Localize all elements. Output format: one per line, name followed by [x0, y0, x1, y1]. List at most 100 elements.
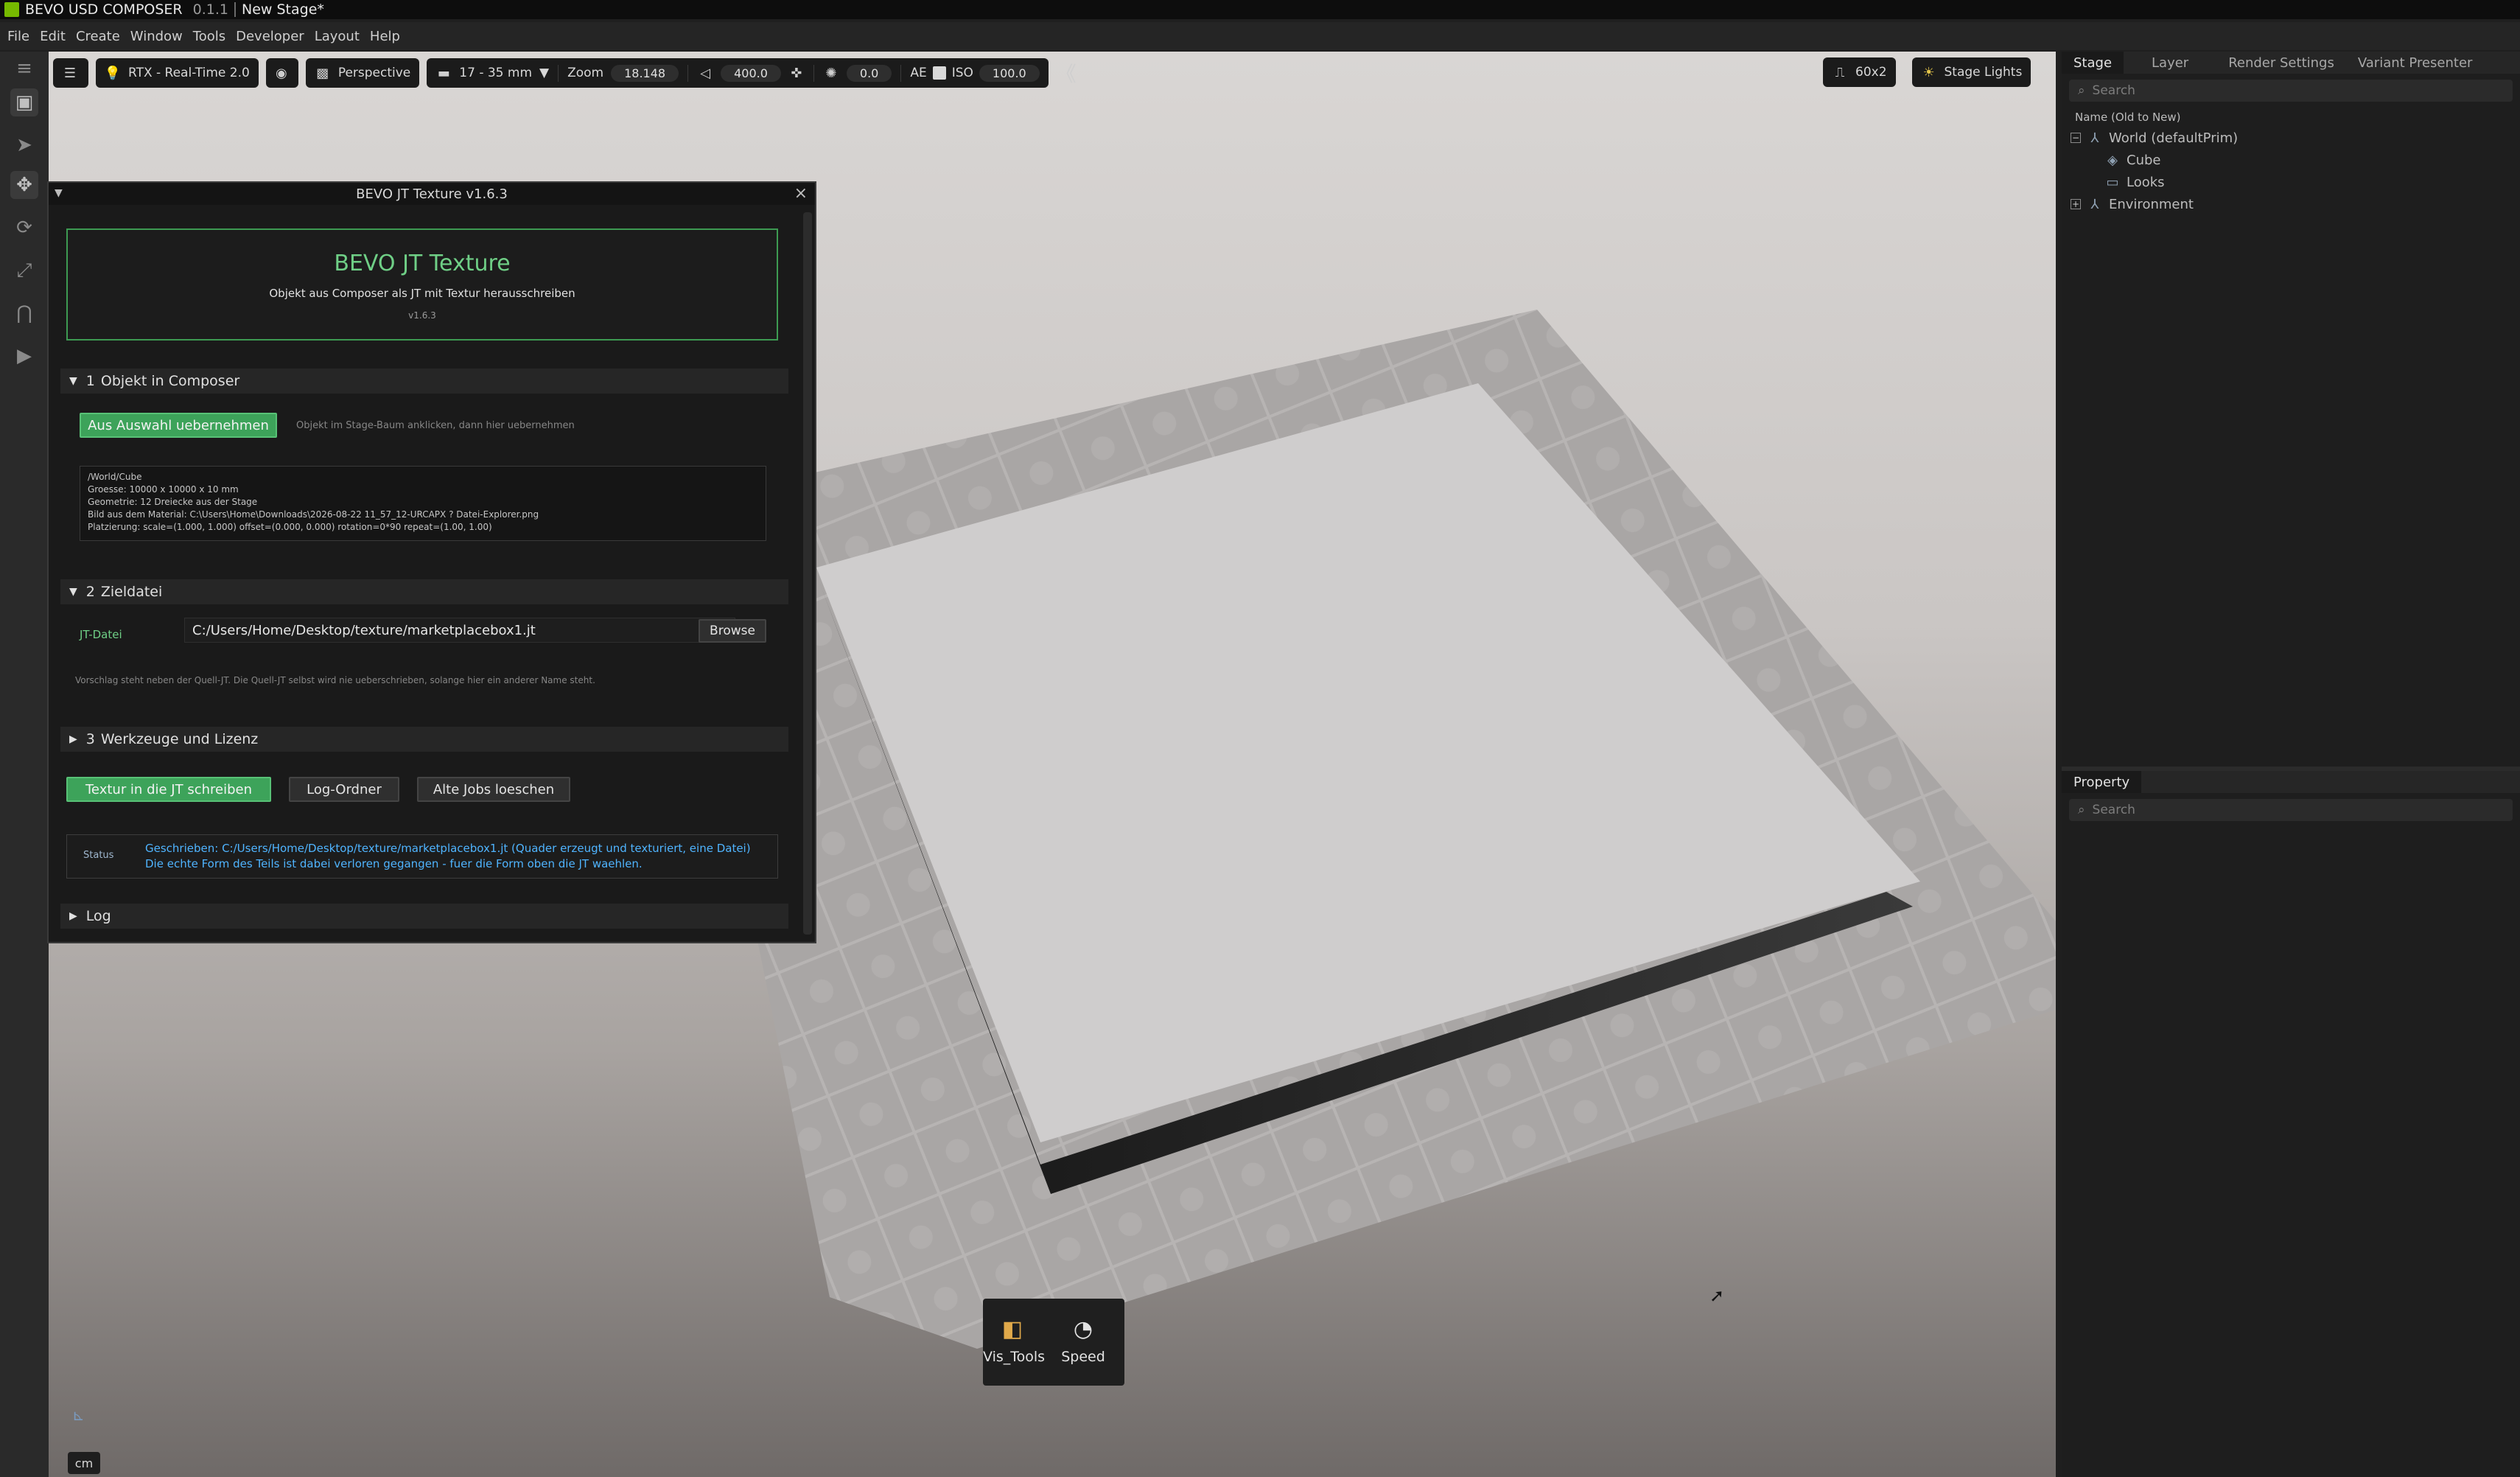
menu-bar: File Edit Create Window Tools Developer … [0, 22, 2520, 50]
zoom-field[interactable]: 18.148 [611, 64, 679, 82]
rotate-tool-icon[interactable]: ⟳ [10, 214, 38, 242]
app-name: BEVO USD COMPOSER [25, 1, 183, 18]
property-search-input[interactable]: ⌕ Search [2069, 799, 2513, 821]
sliders-icon: ☰ [63, 65, 77, 81]
grid-control[interactable]: ⎍ 60x2 [1823, 57, 1896, 87]
info-line: Geometrie: 12 Dreiecke aus der Stage [88, 497, 258, 507]
write-texture-button[interactable]: Textur in die JT schreiben [66, 777, 271, 802]
status-message: Geschrieben: C:/Users/Home/Desktop/textu… [145, 842, 751, 870]
camera-settings-group: ▬ 17 - 35 mm ▼ Zoom 18.148 ◁ 400.0 ✜ ✺ 0… [427, 58, 1049, 88]
menu-developer[interactable]: Developer [236, 29, 304, 44]
renderer-selector[interactable]: 💡 RTX - Real-Time 2.0 [96, 58, 259, 88]
viewport-settings-button[interactable]: ☰ [53, 58, 88, 88]
stage-tree: − ⅄ World (defaultPrim) ◈ Cube ▭ Looks +… [2062, 127, 2520, 215]
log-folder-button[interactable]: Log-Ordner [289, 777, 399, 802]
jt-file-path-input[interactable]: C:/Users/Home/Desktop/texture/marketplac… [184, 618, 735, 643]
expand-icon[interactable]: + [2071, 199, 2081, 209]
lens-selector[interactable]: ▬ 17 - 35 mm ▼ [427, 65, 558, 81]
viewport-toolbar-right: ⎍ 60x2 ☀ Stage Lights [1823, 57, 2031, 88]
dialog-scrollbar[interactable] [803, 212, 812, 935]
select-arrow-icon[interactable]: ➤ [10, 131, 38, 159]
menu-layout[interactable]: Layout [315, 29, 360, 44]
far-clip-field[interactable]: 400.0 [721, 64, 781, 82]
xform-icon: ⅄ [2090, 196, 2099, 212]
jt-file-label: JT-Datei [80, 628, 122, 641]
stage-name: New Stage* [242, 1, 324, 18]
section-log[interactable]: ▶ Log [60, 904, 788, 929]
dialog-title: BEVO JT Texture v1.6.3 [356, 186, 508, 202]
tree-column-header[interactable]: Name (Old to New) [2062, 108, 2520, 127]
play-icon[interactable]: ▶ [10, 342, 38, 370]
tree-label: World (defaultPrim) [2109, 130, 2239, 146]
menu-window[interactable]: Window [130, 29, 183, 44]
stage-lights-button[interactable]: ☀ Stage Lights [1911, 57, 2031, 87]
xform-icon: ⅄ [2090, 130, 2099, 146]
tab-property[interactable]: Property [2062, 771, 2142, 793]
tree-row-environment[interactable]: + ⅄ Environment [2071, 193, 2520, 215]
browse-button[interactable]: Browse [699, 619, 766, 643]
menu-help[interactable]: Help [370, 29, 400, 44]
section-target-file[interactable]: ▼ 2 Zieldatei [60, 579, 788, 604]
iso-field[interactable]: 100.0 [979, 64, 1040, 82]
camera-tool-icon[interactable]: ▣ [10, 88, 38, 116]
menu-create[interactable]: Create [76, 29, 120, 44]
status-label: Status [83, 850, 114, 861]
iso-control: AE ISO 100.0 [900, 64, 1048, 82]
collapse-toolbar-icon[interactable]: 《 [1056, 58, 1077, 88]
collapse-triangle-icon[interactable]: ▼ [55, 187, 63, 199]
folder-icon: ▭ [2106, 174, 2119, 190]
camera-selector[interactable]: ▩ Perspective [305, 58, 420, 88]
vis-tools-button[interactable]: ◧ Vis_Tools [983, 1316, 1046, 1365]
tree-row-world[interactable]: − ⅄ World (defaultPrim) [2071, 127, 2520, 149]
lightbulb-icon: 💡 [104, 65, 122, 81]
menu-edit[interactable]: Edit [40, 29, 66, 44]
vis-tools-label: Vis_Tools [983, 1349, 1046, 1365]
stage-search-placeholder: Search [2092, 83, 2135, 98]
iso-label: ISO [951, 66, 973, 80]
target-icon[interactable]: ✜ [788, 65, 805, 81]
camera-icon: ▩ [316, 65, 329, 81]
move-tool-icon[interactable]: ✥ [10, 171, 38, 199]
hamburger-icon[interactable]: ≡ [10, 55, 38, 83]
axis-gizmo-icon: ⊾ [72, 1406, 85, 1424]
stage-lights-label: Stage Lights [1944, 65, 2023, 80]
menu-tools[interactable]: Tools [193, 29, 225, 44]
tab-stage[interactable]: Stage [2062, 52, 2124, 74]
take-selection-button[interactable]: Aus Auswahl uebernehmen [80, 413, 277, 438]
scale-tool-icon[interactable]: ⤢ [10, 256, 38, 284]
film-icon: ▬ [437, 65, 450, 81]
info-line: Platzierung: scale=(1.000, 1.000) offset… [88, 522, 492, 532]
section-tools-license[interactable]: ▶ 3 Werkzeuge und Lizenz [60, 727, 788, 752]
tree-row-looks[interactable]: ▭ Looks [2071, 171, 2520, 193]
exposure-field[interactable]: 0.0 [846, 64, 892, 82]
stage-search-input[interactable]: ⌕ Search [2069, 80, 2513, 102]
tab-variant-presenter[interactable]: Variant Presenter [2346, 52, 2485, 74]
object-info-box: /World/Cube Groesse: 10000 x 10000 x 10 … [80, 466, 766, 541]
menu-file[interactable]: File [7, 29, 29, 44]
grid-icon: ⎍ [1835, 64, 1845, 80]
collapse-icon[interactable]: − [2071, 133, 2081, 143]
dialog-titlebar[interactable]: ▼ BEVO JT Texture v1.6.3 × [49, 183, 815, 205]
section-object-in-composer[interactable]: ▼ 1 Objekt in Composer [60, 369, 788, 394]
delete-old-jobs-button[interactable]: Alte Jobs loeschen [417, 777, 570, 802]
speed-button[interactable]: ◔ Speed [1054, 1316, 1113, 1365]
visibility-button[interactable]: ◉ [265, 58, 298, 88]
tool-strip: ≡ ▣ ➤ ✥ ⟳ ⤢ ⋂ ▶ [0, 52, 49, 1477]
eye-icon: ◉ [275, 65, 287, 81]
zoom-control: Zoom 18.148 [558, 64, 687, 82]
viewport-toolbar: ☰ 💡 RTX - Real-Time 2.0 ◉ ▩ Perspective … [53, 57, 1077, 88]
ae-checkbox[interactable] [932, 66, 946, 80]
close-icon[interactable]: × [794, 184, 808, 203]
units-badge[interactable]: cm [68, 1452, 100, 1474]
property-tabs: Property [2062, 771, 2520, 793]
far-clip-control: ◁ 400.0 ✜ [687, 64, 813, 82]
tab-layer[interactable]: Layer [2140, 52, 2200, 74]
chevron-down-icon: ▼ [539, 66, 550, 80]
aperture-icon: ✺ [825, 65, 837, 81]
section-number: 1 [85, 373, 95, 389]
section-title: Log [85, 908, 111, 924]
tree-row-cube[interactable]: ◈ Cube [2071, 149, 2520, 171]
snap-magnet-icon[interactable]: ⋂ [10, 299, 38, 327]
ae-label: AE [910, 66, 927, 80]
tab-render-settings[interactable]: Render Settings [2216, 52, 2346, 74]
